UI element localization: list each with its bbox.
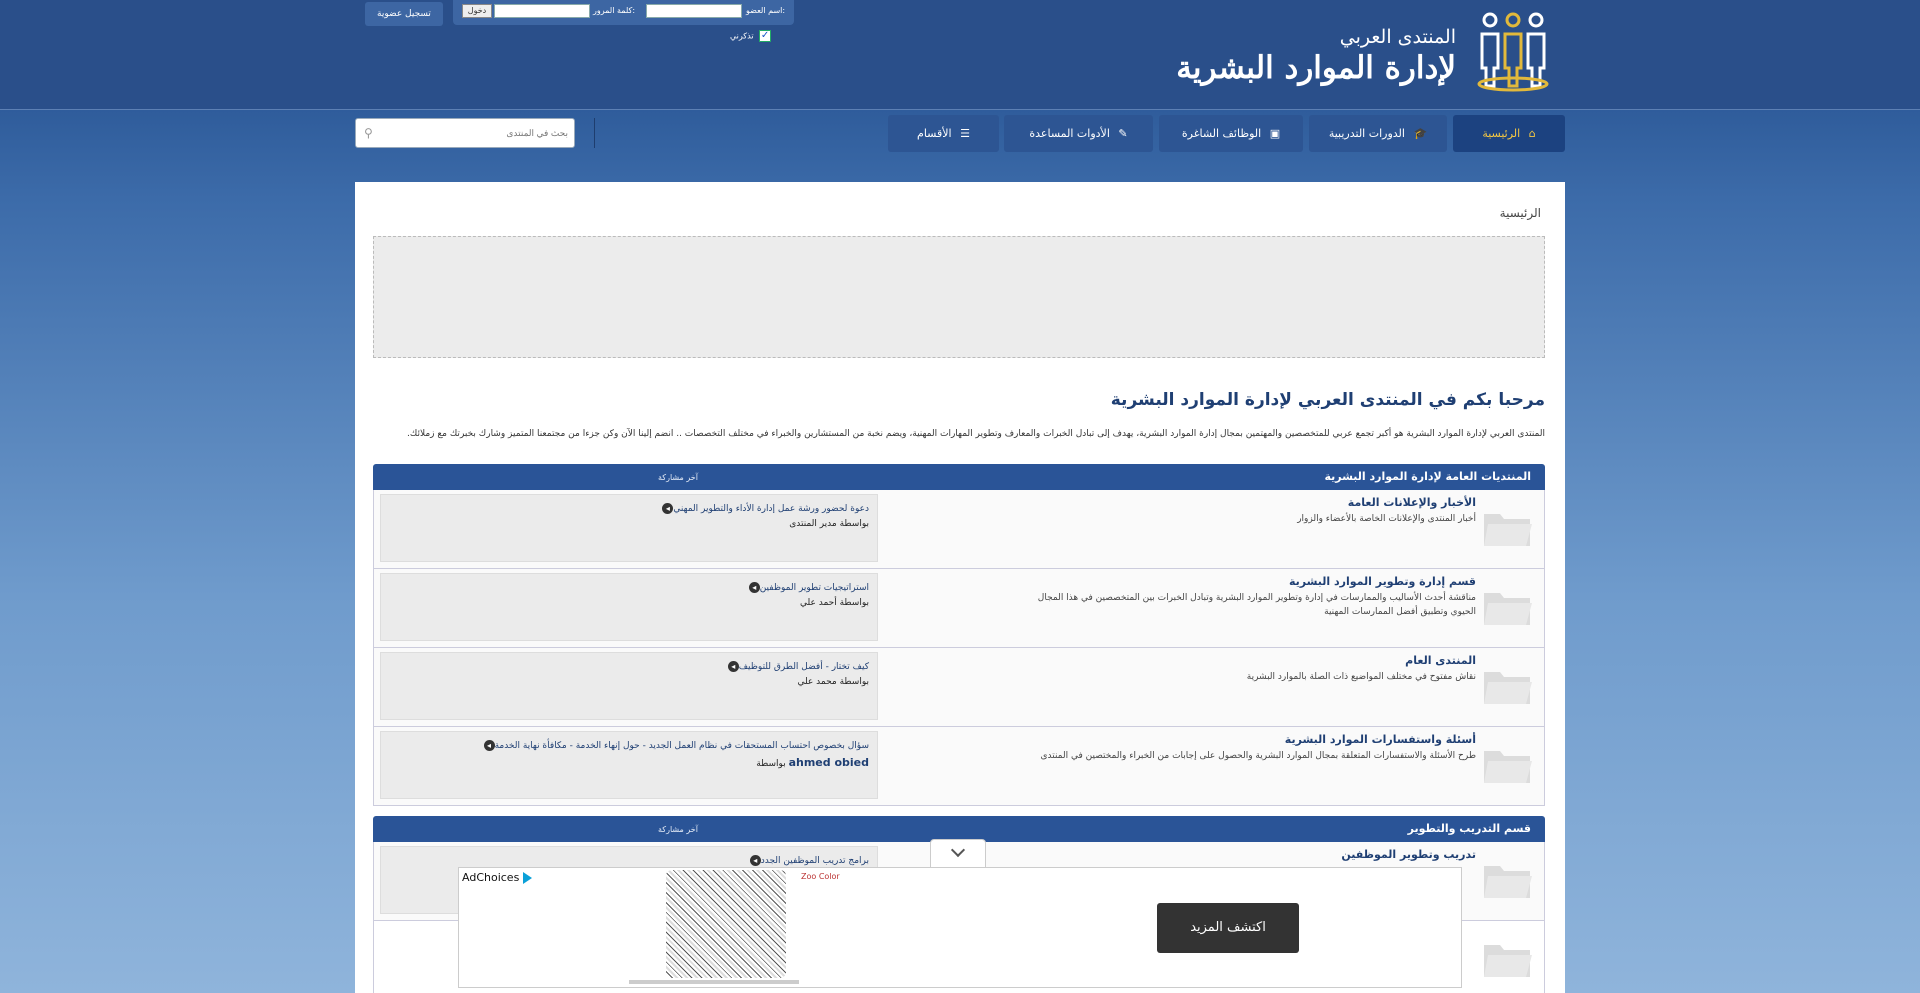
- adchoices-link[interactable]: AdChoices: [462, 871, 533, 884]
- lastpost-author: بواسطة مدير المنتدى: [789, 519, 869, 529]
- arrow-left-icon: ◂: [727, 661, 739, 672]
- forum-title[interactable]: الأخبار والإعلانات العامة: [1348, 496, 1476, 509]
- username-label: اسم العضو:: [746, 6, 786, 15]
- folder-icon: [1484, 866, 1532, 898]
- list-icon: ☰: [960, 127, 970, 140]
- lastpost-title: كيف تختار - أفضل الطرق للتوظيف: [738, 662, 869, 672]
- lastpost-author: بواسطة أحمد علي: [800, 598, 869, 608]
- adchoices-label: AdChoices: [462, 871, 520, 884]
- forum-title[interactable]: المنتدى العام: [1405, 654, 1476, 667]
- username-input[interactable]: [646, 4, 742, 18]
- lastpost-box: ◂ استراتيجيات تطوير الموظفين بواسطة أحمد …: [380, 573, 878, 641]
- nav-tools-label: الأدوات المساعدة: [1029, 127, 1110, 140]
- people-logo-icon: [1477, 12, 1549, 92]
- nav-divider: [594, 118, 595, 148]
- breadcrumb[interactable]: الرئيسية: [1500, 206, 1541, 220]
- lastpost-column-header: آخر مشاركة: [658, 825, 698, 834]
- wrench-icon: ✎: [1118, 127, 1128, 140]
- site-header: المنتدى العربي لإدارة الموارد البشرية اس…: [0, 0, 1920, 110]
- search-input[interactable]: [380, 124, 568, 142]
- nav-tools[interactable]: الأدوات المساعدة ✎: [1004, 115, 1153, 152]
- nav-courses-label: الدورات التدريبية: [1328, 127, 1405, 140]
- adchoices-icon: [523, 872, 533, 884]
- forum-row: الأخبار والإعلانات العامة أخبار المنتدى …: [373, 490, 1545, 569]
- lastpost-title: استراتيجيات تطوير الموظفين: [759, 583, 869, 593]
- nav-sections-label: الأقسام: [917, 127, 952, 140]
- folder-icon: [1484, 672, 1532, 704]
- forum-title[interactable]: قسم إدارة وتطوير الموارد البشرية: [1289, 575, 1476, 588]
- remember-me[interactable]: تذكرني ✓: [730, 30, 772, 42]
- password-label: كلمة المرور:: [593, 6, 636, 15]
- search-icon[interactable]: ⚲: [364, 126, 373, 140]
- remember-checkbox[interactable]: ✓: [759, 30, 772, 42]
- nav-home-label: الرئيسية: [1482, 127, 1521, 140]
- welcome-title: مرحبا بكم في المنتدى العربي لإدارة الموا…: [1110, 390, 1545, 410]
- nav-sections[interactable]: الأقسام ☰: [888, 115, 999, 152]
- briefcase-icon: ▣: [1269, 127, 1281, 140]
- folder-icon: [1484, 751, 1532, 783]
- folder-icon: [1484, 514, 1532, 546]
- forum-row: أسئلة واستفسارات الموارد البشرية طرح الأ…: [373, 727, 1545, 806]
- lastpost-column-header: آخر مشاركة: [658, 473, 698, 482]
- login-form: اسم العضو: كلمة المرور: دخول: [453, 0, 794, 25]
- lastpost-author: بواسطة ahmed obied: [756, 756, 869, 769]
- logo-tagline: المنتدى العربي: [1339, 26, 1456, 48]
- lastpost-link[interactable]: ◂ دعوة لحضور ورشة عمل إدارة الأداء والتطو…: [659, 503, 869, 514]
- forum-row: المنتدى العام نقاش مفتوح في مختلف المواض…: [373, 648, 1545, 727]
- login-button[interactable]: دخول: [462, 4, 492, 18]
- category-header[interactable]: المنتديات العامة لإدارة الموارد البشرية …: [373, 464, 1545, 490]
- lastpost-by: بواسطة: [756, 759, 786, 769]
- lastpost-link[interactable]: ◂ سؤال بخصوص احتساب المستحقات في نظام الع…: [481, 740, 869, 751]
- arrow-left-icon: ◂: [749, 855, 761, 866]
- arrow-left-icon: ◂: [483, 740, 495, 751]
- nav-jobs-label: الوظائف الشاغرة: [1181, 127, 1262, 140]
- lastpost-link[interactable]: ◂ استراتيجيات تطوير الموظفين: [746, 582, 869, 593]
- home-icon: ⌂: [1528, 127, 1536, 140]
- arrow-left-icon: ◂: [748, 582, 760, 593]
- lastpost-author: بواسطة محمد علي: [797, 677, 869, 687]
- search-box: ⚲: [355, 118, 575, 148]
- lastpost-box: ◂ دعوة لحضور ورشة عمل إدارة الأداء والتطو…: [380, 494, 878, 562]
- site-logo[interactable]: المنتدى العربي لإدارة الموارد البشرية: [1170, 8, 1550, 92]
- password-input[interactable]: [494, 4, 590, 18]
- arrow-left-icon: ◂: [662, 503, 674, 514]
- lastpost-title: سؤال بخصوص احتساب المستحقات في نظام العم…: [494, 741, 869, 751]
- ad-progress-bar: [629, 980, 799, 984]
- lastpost-username[interactable]: ahmed obied: [789, 756, 869, 769]
- chevron-down-icon: [950, 842, 966, 858]
- ad-image[interactable]: [666, 870, 786, 978]
- ad-placeholder: [373, 236, 1545, 358]
- lastpost-box: ◂ كيف تختار - أفضل الطرق للتوظيف بواسطة م…: [380, 652, 878, 720]
- category-title: المنتديات العامة لإدارة الموارد البشرية: [1324, 470, 1531, 483]
- ad-brand: Zoo Color: [801, 872, 840, 881]
- forum-description: نقاش مفتوح في مختلف المواضيع ذات الصلة ب…: [1246, 672, 1476, 682]
- forum-title[interactable]: تدريب وتطوير الموظفين: [1341, 848, 1476, 861]
- remember-label: تذكرني: [730, 31, 754, 41]
- lastpost-link[interactable]: ◂ برامج تدريب الموظفين الجدد: [747, 855, 869, 866]
- forum-description: طرح الأسئلة والاستفسارات المتعلقة بمجال …: [1040, 751, 1476, 761]
- lastpost-link[interactable]: ◂ كيف تختار - أفضل الطرق للتوظيف: [725, 661, 869, 672]
- forum-title[interactable]: أسئلة واستفسارات الموارد البشرية: [1285, 733, 1476, 746]
- register-button[interactable]: تسجيل عضوية: [365, 2, 443, 26]
- nav-jobs[interactable]: الوظائف الشاغرة ▣: [1159, 115, 1303, 152]
- forum-description: مناقشة أحدث الأساليب والممارسات في إدارة…: [1037, 593, 1476, 617]
- graduation-cap-icon: 🎓: [1413, 127, 1428, 140]
- lastpost-title: دعوة لحضور ورشة عمل إدارة الأداء والتطوي…: [673, 504, 869, 514]
- forum-row: قسم إدارة وتطوير الموارد البشرية مناقشة …: [373, 569, 1545, 648]
- lastpost-title: برامج تدريب الموظفين الجدد: [760, 856, 869, 866]
- category-title: قسم التدريب والتطوير: [1407, 822, 1531, 835]
- bottom-ad-banner[interactable]: AdChoices Zoo Color اكتشف المزيد: [458, 867, 1462, 988]
- folder-icon: [1484, 593, 1532, 625]
- collapse-ad-button[interactable]: [930, 839, 986, 867]
- nav-home[interactable]: الرئيسية ⌂: [1453, 115, 1565, 152]
- logo-title: لإدارة الموارد البشرية: [1176, 50, 1456, 86]
- nav-courses[interactable]: الدورات التدريبية 🎓: [1309, 115, 1447, 152]
- folder-icon: [1484, 945, 1532, 977]
- forum-description: أخبار المنتدى والإعلانات الخاصة بالأعضاء…: [1297, 514, 1476, 524]
- lastpost-box: ◂ سؤال بخصوص احتساب المستحقات في نظام الع…: [380, 731, 878, 799]
- ad-cta-button[interactable]: اكتشف المزيد: [1157, 903, 1299, 953]
- welcome-text: المنتدى العربي لإدارة الموارد البشرية هو…: [407, 429, 1545, 439]
